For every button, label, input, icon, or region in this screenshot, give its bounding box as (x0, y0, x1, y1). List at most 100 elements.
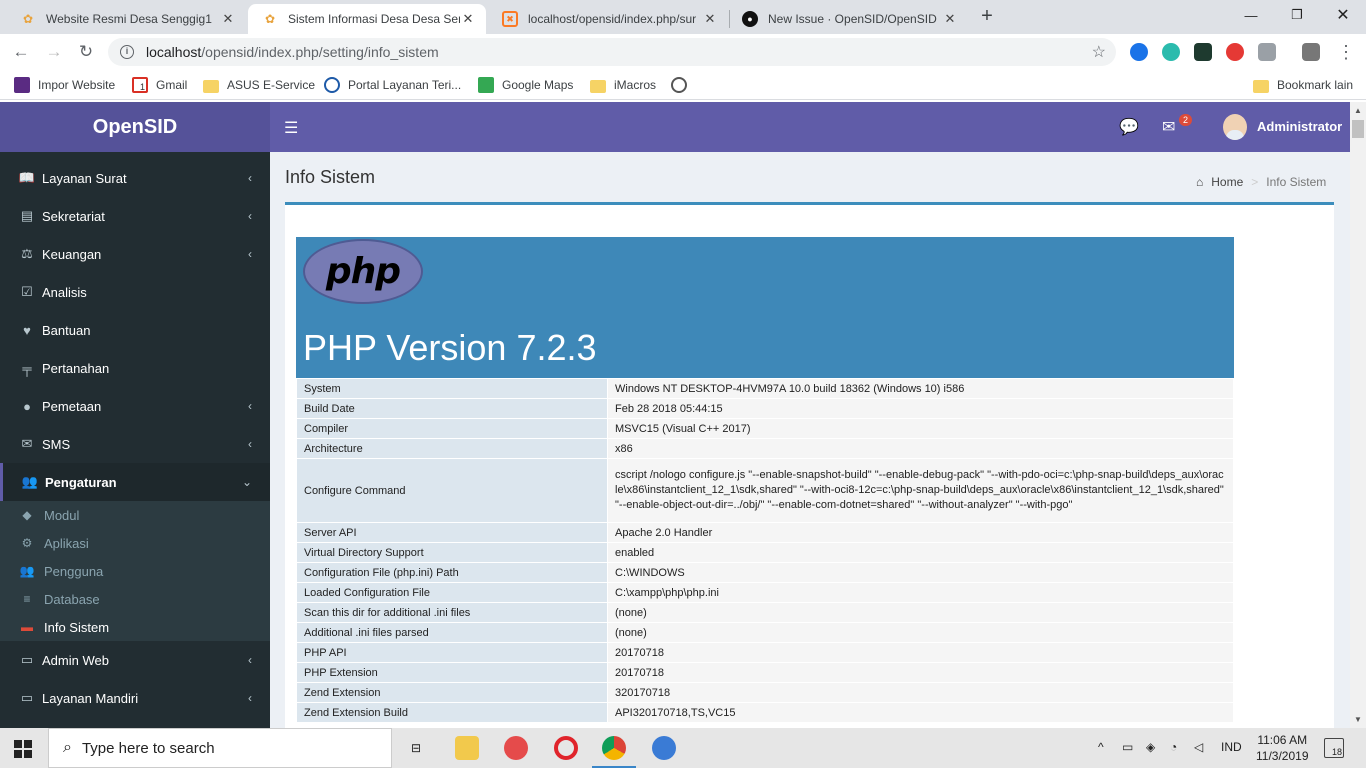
phpinfo-value: x86 (607, 438, 1234, 459)
back-icon[interactable]: ← (9, 40, 33, 64)
chevron-left-icon: ‹ (248, 653, 252, 667)
chevron-left-icon: ‹ (248, 247, 252, 261)
breadcrumb-home[interactable]: Home (1211, 175, 1243, 189)
extension-icon[interactable] (1226, 43, 1244, 61)
chrome-icon[interactable] (592, 736, 636, 768)
bookmark-item[interactable]: 1 Gmail (132, 76, 187, 94)
submenu-item-modul[interactable]: ◆ Modul (0, 501, 270, 529)
pengaturan-submenu: ◆ Modul ⚙ Aplikasi 👥 Pengguna ≡ Database ▬ In… (0, 501, 270, 641)
sidebar-item-pertanahan[interactable]: ╤ Pertanahan (0, 349, 270, 387)
action-center-icon[interactable]: 18 (1324, 738, 1344, 758)
extension-icon[interactable] (1130, 43, 1148, 61)
search-app-icon[interactable] (652, 736, 676, 760)
site-favicon-icon: ✿ (264, 12, 276, 26)
bookmark-item[interactable]: ASUS E-Service (203, 76, 315, 94)
user-name[interactable]: Administrator (1257, 119, 1342, 134)
submenu-item-pengguna[interactable]: 👥 Pengguna (0, 557, 270, 585)
phpinfo-value: Apache 2.0 Handler (607, 522, 1234, 543)
browser-menu-icon[interactable]: ⋮ (1334, 40, 1358, 64)
file-explorer-icon[interactable] (455, 736, 479, 760)
opera-icon[interactable] (554, 736, 578, 760)
app-icon[interactable] (504, 736, 528, 760)
sidebar-item-layanan-mandiri[interactable]: ▭ Layanan Mandiri ‹ (0, 679, 270, 717)
sidebar-item-bantuan[interactable]: ♥ Bantuan (0, 311, 270, 349)
taskbar-search[interactable]: ⌕ Type here to search (48, 728, 392, 768)
sidebar-toggle-icon[interactable]: ☰ (284, 118, 298, 138)
extension-icon[interactable] (1302, 43, 1320, 61)
phpinfo-value: C:\xampp\php\php.ini (607, 582, 1234, 603)
scrollbar-thumb[interactable] (1352, 120, 1364, 138)
book-icon: 📖 (18, 170, 36, 185)
sidebar-item-sekretariat[interactable]: ▤ Sekretariat ‹ (0, 197, 270, 235)
chat-icon[interactable]: 💬 (1119, 117, 1139, 137)
phpinfo-header: php PHP Version 7.2.3 (296, 237, 1234, 378)
submenu-item-database[interactable]: ≡ Database (0, 585, 270, 613)
desktop-icon: ▭ (20, 652, 34, 667)
phpinfo-key: Configure Command (296, 458, 608, 523)
extension-icon[interactable] (1162, 43, 1180, 61)
phpinfo-row: Compiler MSVC15 (Visual C++ 2017) (296, 418, 1234, 439)
language-indicator[interactable]: IND (1221, 740, 1242, 754)
task-view-icon[interactable]: ⊟ (404, 736, 428, 760)
close-tab-icon[interactable]: ✕ (702, 11, 718, 27)
tray-expand-icon[interactable]: ^ (1098, 740, 1104, 754)
sidebar-item-pengaturan[interactable]: 👥 Pengaturan ⌄ (0, 463, 270, 501)
phpinfo-row: PHP API 20170718 (296, 642, 1234, 663)
phpinfo-value: enabled (607, 542, 1234, 563)
volume-icon[interactable]: ◁ (1194, 740, 1203, 754)
phpinfo-value: (none) (607, 622, 1234, 643)
bookmark-item[interactable]: iMacros (590, 76, 656, 94)
sidebar-item-layanan-surat[interactable]: 📖 Layanan Surat ‹ (0, 159, 270, 197)
home-icon: ⌂ (1196, 175, 1204, 189)
bookmark-item[interactable]: Impor Website (14, 76, 115, 94)
envelope-icon[interactable]: ✉ (1162, 117, 1175, 137)
site-info-icon[interactable]: i (120, 45, 134, 59)
globe-icon (671, 77, 687, 93)
browser-tab[interactable]: ✖ localhost/opensid/index.php/sur ✕ (488, 4, 728, 34)
submenu-item-info-sistem[interactable]: ▬ Info Sistem (0, 613, 270, 641)
wifi-icon[interactable]: ◔ (1170, 740, 1177, 754)
browser-tab-active[interactable]: ✿ Sistem Informasi Desa Desa Seng ✕ (248, 4, 486, 34)
dropbox-icon[interactable] (1258, 43, 1276, 61)
app-logo[interactable]: OpenSID (0, 102, 270, 152)
forward-icon[interactable]: → (42, 40, 66, 64)
restore-icon[interactable]: ❐ (1274, 0, 1320, 30)
notification-badge: 2 (1179, 114, 1193, 126)
bookmark-item[interactable] (671, 76, 695, 94)
taskbar-clock[interactable]: 11:06 AM 11/3/2019 (1256, 732, 1309, 764)
bookmark-item[interactable]: Google Maps (478, 76, 573, 94)
battery-icon[interactable]: ▭ (1122, 740, 1133, 754)
scroll-down-icon[interactable]: ▼ (1354, 715, 1362, 724)
user-avatar[interactable] (1223, 114, 1247, 140)
sidebar-item-pemetaan[interactable]: ● Pemetaan ‹ (0, 387, 270, 425)
reload-icon[interactable]: ↻ (74, 40, 98, 64)
close-tab-icon[interactable]: ✕ (460, 11, 476, 27)
window-close-icon[interactable]: ✕ (1320, 0, 1366, 30)
windows-start-icon[interactable] (14, 740, 32, 758)
page-title: Info Sistem (285, 167, 376, 187)
dropbox-tray-icon[interactable]: ◈ (1146, 740, 1155, 754)
address-bar[interactable]: i localhost/opensid/index.php/setting/in… (108, 38, 1116, 66)
sidebar-item-sms[interactable]: ✉ SMS ‹ (0, 425, 270, 463)
minimize-icon[interactable]: — (1228, 0, 1274, 30)
tab-title: New Issue · OpenSID/OpenSID (768, 12, 937, 26)
close-tab-icon[interactable]: ✕ (942, 11, 958, 27)
browser-tab[interactable]: ✿ Website Resmi Desa Senggig1 ✕ (6, 4, 246, 34)
browser-tab[interactable]: ● New Issue · OpenSID/OpenSID ✕ (728, 4, 968, 34)
sidebar-item-keuangan[interactable]: ⚖ Keuangan ‹ (0, 235, 270, 273)
scroll-up-icon[interactable]: ▲ (1354, 106, 1362, 115)
submenu-item-aplikasi[interactable]: ⚙ Aplikasi (0, 529, 270, 557)
phpinfo-row: Architecture x86 (296, 438, 1234, 459)
extension-icon[interactable] (1194, 43, 1212, 61)
checkbox-icon: ☑ (21, 284, 33, 299)
bookmark-star-icon[interactable]: ☆ (1092, 42, 1106, 62)
new-tab-icon[interactable]: + (976, 6, 998, 28)
bookmark-item[interactable]: Portal Layanan Teri... (324, 76, 461, 94)
other-bookmarks[interactable]: Bookmark lain (1253, 76, 1353, 94)
close-tab-icon[interactable]: ✕ (220, 11, 236, 27)
phpinfo-key: Configuration File (php.ini) Path (296, 562, 608, 583)
page-scrollbar[interactable]: ▲ ▼ (1350, 102, 1366, 728)
chevron-left-icon: ‹ (248, 691, 252, 705)
sidebar-item-analisis[interactable]: ☑ Analisis (0, 273, 270, 311)
sidebar-item-admin-web[interactable]: ▭ Admin Web ‹ (0, 641, 270, 679)
